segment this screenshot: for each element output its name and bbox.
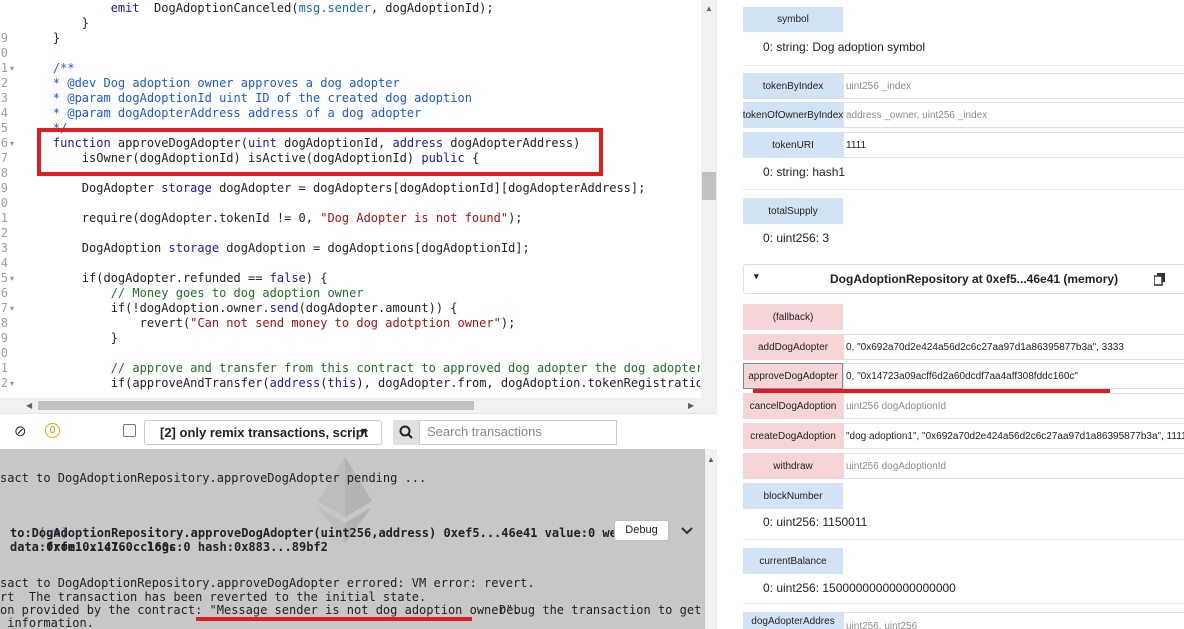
terminal-scrollbar[interactable]: ▲: [705, 449, 717, 629]
code-line: * @param dogAdopterAddress address of a …: [52, 106, 422, 120]
code-line: }: [81, 16, 90, 30]
blockNumber-output: 0: uint256: 1150011: [763, 515, 868, 529]
reason-prefix: on provided by the contract: ": [0, 603, 217, 617]
chevron-down-icon[interactable]: [680, 526, 694, 536]
revert-reason-message: Message sender is not dog adoption owner: [216, 603, 506, 617]
function-highlight-annotation: [37, 128, 603, 176]
totalSupply-output: 0: uint256: 3: [763, 231, 830, 245]
transaction-filter-dropdown[interactable]: [2] only remix transactions, script ▼: [144, 420, 382, 445]
tokenByIndex-input[interactable]: uint256 _index: [843, 73, 1184, 99]
tokenByIndex-button[interactable]: tokenByIndex: [743, 73, 843, 99]
caret-down-icon[interactable]: ▾: [754, 271, 759, 282]
addDogAdopter-input[interactable]: 0, "0x692a70d2e424a56d2c6c27aa97d1a86395…: [843, 334, 1184, 360]
terminal-console: sact to DogAdoptionRepository.approveDog…: [0, 449, 705, 629]
code-line: if(approveAndTransfer(address(this), dog…: [110, 376, 700, 390]
tokenOfOwnerByIndex-button[interactable]: tokenOfOwnerByIndex: [743, 102, 843, 128]
cancelDogAdoption-button[interactable]: cancelDogAdoption: [743, 393, 843, 419]
withdraw-input[interactable]: uint256 dogAdoptionId: [843, 453, 1184, 479]
scroll-left-icon[interactable]: ◀: [26, 401, 32, 410]
addDogAdopter-button[interactable]: addDogAdopter: [743, 334, 843, 360]
currentBalance-output: 0: uint256: 15000000000000000000: [763, 581, 956, 595]
code-line: // Money goes to dog adoption owner: [110, 286, 364, 300]
approveDogAdopter-button[interactable]: approveDogAdopter: [743, 363, 843, 389]
code-line: if(!dogAdoption.owner.send(dogAdopter.am…: [110, 301, 458, 315]
fallback-button[interactable]: (fallback): [743, 304, 843, 330]
tokenOfOwnerByIndex-input[interactable]: address _owner, uint256 _index: [843, 102, 1184, 128]
transaction-filter-label: [2] only remix transactions, script: [160, 425, 369, 440]
divider: [743, 189, 1184, 190]
approveDogAdopter-input[interactable]: 0, "0x14723a09acff6d2a60dcdf7aa4aff308fd…: [843, 363, 1184, 389]
symbol-output: 0: string: Dog adoption symbol: [763, 40, 926, 54]
search-transactions-input[interactable]: Search transactions: [419, 420, 617, 445]
tx-pending-log: sact to DogAdoptionRepository.approveDog…: [0, 471, 427, 485]
code-line: }: [110, 331, 118, 345]
dogAdopterAddress-input[interactable]: uint256, uint256: [843, 612, 1184, 629]
clear-console-icon[interactable]: ⊘: [14, 422, 27, 440]
scroll-up-icon[interactable]: ▲: [705, 4, 713, 13]
cancelDogAdoption-input[interactable]: uint256 dogAdoptionId: [843, 393, 1184, 419]
code-line: if(dogAdopter.refunded == false) {: [81, 271, 328, 285]
code-line: // approve and transfer from this contra…: [110, 361, 700, 375]
code-line: * @param dogAdoptionId uint ID of the cr…: [52, 91, 472, 105]
debug-hint: Debug the transaction to get: [499, 603, 702, 617]
createDogAdoption-input[interactable]: "dog adoption1", "0x692a70d2e424a56d2c6c…: [843, 423, 1184, 449]
code-line: revert("Can not send money to dog adotpt…: [139, 316, 516, 330]
editor-vertical-scrollbar[interactable]: ▲: [701, 0, 717, 413]
listen-network-checkbox[interactable]: [123, 424, 136, 437]
currentBalance-button[interactable]: currentBalance: [743, 548, 843, 574]
tx-reason-line: on provided by the contract: "Message se…: [0, 603, 520, 617]
divider: [743, 603, 1184, 604]
createDogAdoption-button[interactable]: createDogAdoption: [743, 423, 843, 449]
editor-horizontal-scroll-thumb[interactable]: [38, 401, 474, 410]
copy-icon[interactable]: [1154, 273, 1166, 286]
tx-info-line: information.: [0, 616, 94, 629]
run-tab-panel: symbol 0: string: Dog adoption symbol to…: [717, 0, 1184, 629]
tokenURI-button[interactable]: tokenURI: [743, 132, 843, 158]
tx-revert-line: rt The transaction has been reverted to …: [0, 590, 427, 604]
search-icon: [399, 425, 413, 439]
code-editor[interactable]: 9 0 1 ▾ 2 3 4 5 6 ▾ 7 8 9 0 1 2 3 4 5 ▾ 6 7 ▾ 8 9 0 1 2 ▾ emit DogAd…: [0, 0, 717, 413]
symbol-button[interactable]: symbol: [743, 7, 843, 32]
search-button[interactable]: [393, 420, 419, 445]
editor-vertical-scroll-thumb[interactable]: [702, 172, 716, 200]
tx-error-line: sact to DogAdoptionRepository.approveDog…: [0, 576, 535, 590]
code-line: require(dogAdopter.tokenId != 0, "Dog Ad…: [81, 211, 523, 225]
code-area[interactable]: emit DogAdoptionCanceled(msg.sender, dog…: [0, 0, 700, 398]
code-line: DogAdopter storage dogAdopter = dogAdopt…: [81, 181, 646, 195]
tokenURI-output: 0: string: hash1: [763, 165, 846, 179]
terminal-toolbar: ⊘ 0 [2] only remix transactions, script …: [0, 413, 717, 449]
divider: [743, 539, 1184, 540]
debug-button[interactable]: Debug: [614, 520, 669, 541]
code-line: /**: [52, 61, 75, 75]
code-line: * @dev Dog adoption owner approves a dog…: [52, 76, 400, 90]
scroll-up-icon[interactable]: ▲: [707, 455, 715, 464]
dogAdopterAddress-button[interactable]: dogAdopterAddres: [743, 612, 843, 629]
code-line: DogAdoption storage dogAdoption = dogAdo…: [81, 241, 530, 255]
tokenURI-input[interactable]: 1111: [843, 132, 1184, 158]
withdraw-button[interactable]: withdraw: [743, 453, 843, 479]
contract-instance-title: DogAdoptionRepository at 0xef5...46e41 (…: [830, 272, 1119, 286]
tx-to-line: to:DogAdoptionRepository.approveDogAdopt…: [10, 526, 625, 540]
totalSupply-button[interactable]: totalSupply: [743, 198, 843, 224]
scroll-right-icon[interactable]: ▶: [688, 401, 694, 410]
contract-instance-header[interactable]: ▾ DogAdoptionRepository at 0xef5...46e41…: [743, 264, 1184, 294]
pending-tx-counter: 0: [45, 423, 60, 438]
blockNumber-button[interactable]: blockNumber: [743, 483, 843, 509]
divider: [743, 65, 1184, 66]
code-line: }: [52, 31, 61, 45]
tx-data-line: data:0xfe1...c160c logs:0 hash:0x883...8…: [10, 540, 328, 554]
chevron-down-icon: ▼: [359, 426, 368, 436]
code-line: emit DogAdoptionCanceled(msg.sender, dog…: [110, 1, 494, 15]
error-underline-annotation: [196, 617, 472, 621]
